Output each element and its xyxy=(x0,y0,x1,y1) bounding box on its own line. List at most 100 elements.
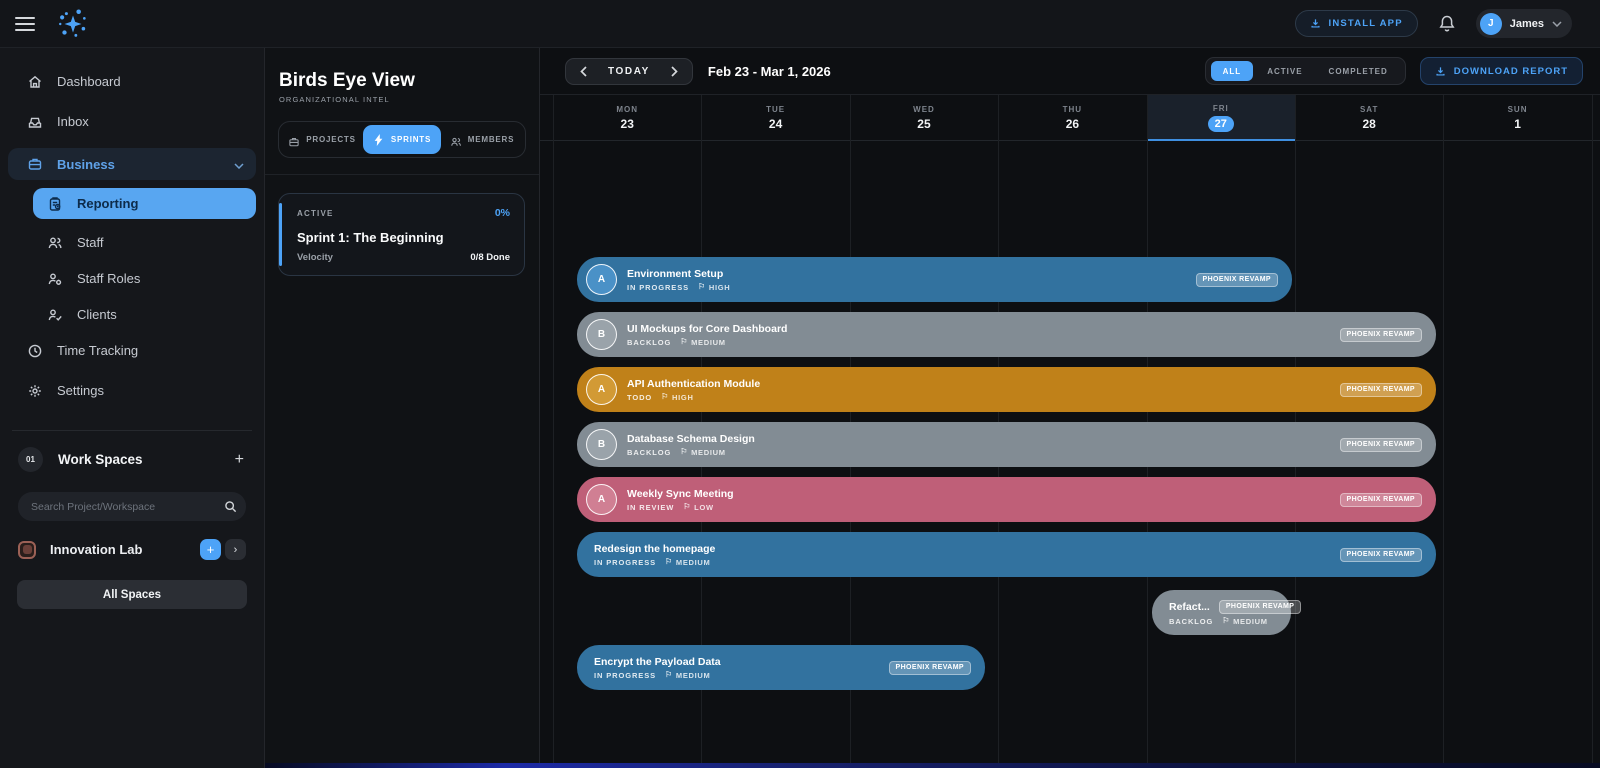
person-check-icon xyxy=(46,306,64,324)
workspace-expand-button[interactable]: › xyxy=(225,539,246,560)
panel-title: Birds Eye View xyxy=(279,70,539,92)
priority-label: MEDIUM xyxy=(676,558,711,567)
workspace-item-innovation-lab[interactable]: Innovation Lab + › xyxy=(8,539,256,560)
task-content: Redesign the homepageIN PROGRESS⚐MEDIUM xyxy=(594,543,715,567)
date-label: 28 xyxy=(1362,117,1375,131)
clock-icon xyxy=(26,342,44,360)
sidebar-item-dashboard[interactable]: Dashboard xyxy=(8,68,256,95)
topbar-actions: INSTALL APP J James xyxy=(1295,9,1572,38)
calendar-toolbar: TODAY Feb 23 - Mar 1, 2026 ALLACTIVECOMP… xyxy=(540,48,1600,95)
task-bar[interactable]: BUI Mockups for Core DashboardBACKLOG⚐ME… xyxy=(577,312,1436,357)
task-priority: ⚐MEDIUM xyxy=(680,448,726,457)
sidebar-item-staff[interactable]: Staff xyxy=(33,229,256,256)
sidebar-nav: Dashboard Inbox Business Reporting Staff Staf… xyxy=(8,68,256,404)
sidebar-item-settings[interactable]: Settings xyxy=(8,377,256,404)
flag-icon: ⚐ xyxy=(683,503,691,511)
notifications-bell-icon[interactable] xyxy=(1438,14,1456,34)
day-column-header-tue: TUE24 xyxy=(701,95,849,140)
task-bar[interactable]: AAPI Authentication ModuleTODO⚐HIGHPHOEN… xyxy=(577,367,1436,412)
filter-completed[interactable]: COMPLETED xyxy=(1317,61,1400,81)
task-bar[interactable]: BDatabase Schema DesignBACKLOG⚐MEDIUMPHO… xyxy=(577,422,1436,467)
workspace-search xyxy=(18,492,246,521)
task-content: Weekly Sync MeetingIN REVIEW⚐LOW xyxy=(627,488,734,512)
day-column-header-thu: THU26 xyxy=(998,95,1146,140)
today-button[interactable]: TODAY xyxy=(594,66,664,77)
task-title: API Authentication Module xyxy=(627,378,760,390)
sidebar-item-staff-roles[interactable]: Staff Roles xyxy=(33,265,256,292)
person-gear-icon xyxy=(46,270,64,288)
status-filter-group: ALLACTIVECOMPLETED xyxy=(1205,57,1406,85)
panel-divider xyxy=(265,174,539,175)
sidebar-item-label: Time Tracking xyxy=(57,343,138,358)
user-name: James xyxy=(1510,18,1544,30)
sprint-title: Sprint 1: The Beginning xyxy=(297,230,510,245)
sidebar-item-inbox[interactable]: Inbox xyxy=(8,108,256,135)
task-content: Database Schema DesignBACKLOG⚐MEDIUM xyxy=(627,433,755,457)
task-priority: ⚐LOW xyxy=(683,503,713,512)
project-tag-badge: PHOENIX REVAMP xyxy=(1340,493,1422,507)
workspaces-header: 01 Work Spaces + xyxy=(8,447,256,472)
priority-label: MEDIUM xyxy=(691,338,726,347)
flag-icon: ⚐ xyxy=(1222,617,1230,625)
filter-active[interactable]: ACTIVE xyxy=(1255,61,1314,81)
flag-icon: ⚐ xyxy=(665,558,673,566)
add-workspace-button[interactable]: + xyxy=(235,452,244,468)
project-tag-badge: PHOENIX REVAMP xyxy=(1340,548,1422,562)
sprint-card[interactable]: ACTIVE 0% Sprint 1: The Beginning Veloci… xyxy=(278,193,525,276)
all-spaces-button[interactable]: All Spaces xyxy=(17,580,247,609)
download-icon xyxy=(1435,66,1446,77)
task-bar[interactable]: Redesign the homepageIN PROGRESS⚐MEDIUMP… xyxy=(577,532,1436,577)
sprint-status-label: ACTIVE xyxy=(297,209,334,218)
install-app-button[interactable]: INSTALL APP xyxy=(1295,10,1417,37)
date-label: 26 xyxy=(1066,117,1079,131)
task-status: IN PROGRESS xyxy=(627,283,689,292)
sidebar-item-time-tracking[interactable]: Time Tracking xyxy=(8,337,256,364)
flag-icon: ⚐ xyxy=(665,671,673,679)
task-bar[interactable]: AWeekly Sync MeetingIN REVIEW⚐LOWPHOENIX… xyxy=(577,477,1436,522)
date-label: 25 xyxy=(917,117,930,131)
assignee-avatar: A xyxy=(586,484,617,515)
filter-all[interactable]: ALL xyxy=(1211,61,1254,81)
download-report-button[interactable]: DOWNLOAD REPORT xyxy=(1420,57,1583,85)
sidebar-item-label: Inbox xyxy=(57,114,89,129)
priority-label: MEDIUM xyxy=(691,448,726,457)
task-bar[interactable]: Refact...PHOENIX REVAMPBACKLOG⚐MEDIUM xyxy=(1152,590,1291,635)
project-tag-badge: PHOENIX REVAMP xyxy=(1196,273,1278,287)
chevron-down-icon xyxy=(1552,21,1562,27)
tab-members[interactable]: MEMBERS xyxy=(443,125,521,154)
task-status: BACKLOG xyxy=(627,338,671,347)
tab-sprints[interactable]: SPRINTS xyxy=(363,125,441,154)
workspace-search-input[interactable] xyxy=(18,492,246,521)
weekday-label: WED xyxy=(913,105,935,114)
tab-projects[interactable]: PROJECTS xyxy=(283,125,361,154)
flag-icon: ⚐ xyxy=(698,283,706,291)
workspace-avatar xyxy=(18,541,36,559)
workspace-count-badge: 01 xyxy=(18,447,43,472)
sidebar-item-label: Staff xyxy=(77,235,104,250)
task-bar[interactable]: AEnvironment SetupIN PROGRESS⚐HIGHPHOENI… xyxy=(577,257,1292,302)
task-priority: ⚐MEDIUM xyxy=(665,671,711,680)
tab-label: MEMBERS xyxy=(468,135,515,144)
task-title: Environment Setup xyxy=(627,268,723,280)
task-bar[interactable]: Encrypt the Payload DataIN PROGRESS⚐MEDI… xyxy=(577,645,985,690)
sidebar-item-business[interactable]: Business xyxy=(8,148,256,180)
date-label: 23 xyxy=(621,117,634,131)
sidebar-item-label: Staff Roles xyxy=(77,271,140,286)
task-status: IN PROGRESS xyxy=(594,558,656,567)
task-status: IN REVIEW xyxy=(627,503,674,512)
workspace-add-button[interactable]: + xyxy=(200,539,221,560)
next-week-button[interactable] xyxy=(664,60,686,82)
grid-line xyxy=(553,95,554,763)
project-tag-badge: PHOENIX REVAMP xyxy=(1340,328,1422,342)
prev-week-button[interactable] xyxy=(572,60,594,82)
home-icon xyxy=(26,73,44,91)
task-content: API Authentication ModuleTODO⚐HIGH xyxy=(627,378,760,402)
hamburger-menu-icon[interactable] xyxy=(15,17,35,31)
sidebar-item-clients[interactable]: Clients xyxy=(33,301,256,328)
assignee-avatar: A xyxy=(586,264,617,295)
task-title: Encrypt the Payload Data xyxy=(594,656,721,668)
search-icon[interactable] xyxy=(219,496,241,518)
sidebar-item-reporting[interactable]: Reporting xyxy=(33,188,256,219)
user-menu[interactable]: J James xyxy=(1476,9,1572,38)
task-content: Refact...PHOENIX REVAMPBACKLOG⚐MEDIUM xyxy=(1169,600,1301,626)
